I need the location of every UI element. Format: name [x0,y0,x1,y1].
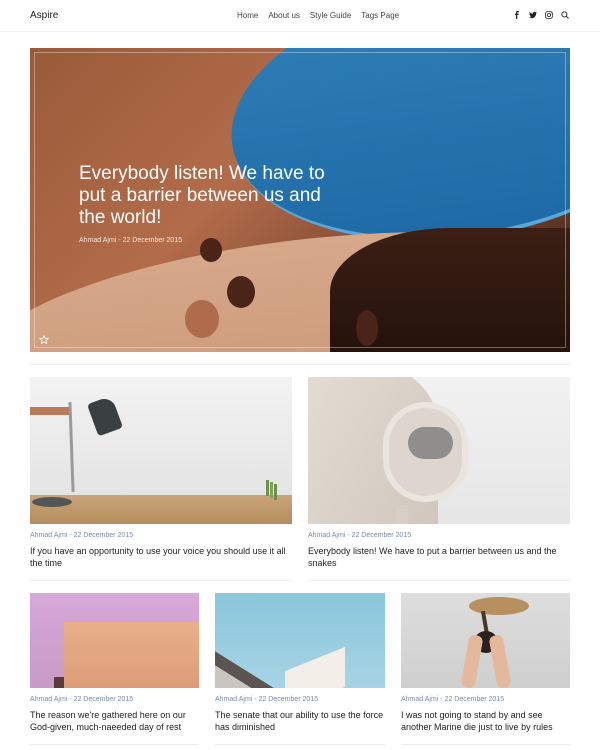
post-title[interactable]: I was not going to stand by and see anot… [401,709,573,733]
post-image[interactable] [30,377,292,524]
hero-title[interactable]: Everybody listen! We have to put a barri… [79,163,339,229]
search-icon[interactable] [561,11,569,19]
facebook-icon[interactable] [513,11,521,19]
hero-vent-circle [200,238,222,262]
post-divider [30,744,199,745]
post-image[interactable] [215,593,385,688]
post-image[interactable] [401,593,570,688]
site-header: Aspire Home About us Style Guide Tags Pa… [0,0,600,32]
social-links [513,11,569,19]
wall-shape [64,622,199,688]
post-meta: Ahmad Ajmi - 22 December 2015 [215,696,319,703]
hero-vent-circle [227,276,255,308]
building-shape [285,646,345,688]
twitter-icon[interactable] [529,11,537,19]
hand-left-shape [460,634,484,688]
nav-home[interactable]: Home [237,11,258,20]
post-divider [401,744,570,745]
lamp-base-shape [32,497,72,507]
shelf-shape [30,407,70,415]
post-meta: Ahmad Ajmi - 22 December 2015 [30,532,134,539]
featured-post-hero[interactable]: Everybody listen! We have to put a barri… [30,48,570,352]
plant-shape [266,480,269,496]
post-title[interactable]: The senate that our ability to use the f… [215,709,390,733]
hand-right-shape [488,634,512,688]
post-meta: Ahmad Ajmi - 22 December 2015 [401,696,505,703]
post-divider [30,580,292,581]
post-divider [308,580,570,581]
building-window-shape [408,427,453,459]
nav-tags-page[interactable]: Tags Page [361,11,399,20]
post-meta: Ahmad Ajmi - 22 December 2015 [30,696,134,703]
post-divider [215,744,385,745]
tree-canopy-shape [469,597,529,615]
section-divider [30,364,570,365]
post-image[interactable] [308,377,570,524]
post-title[interactable]: The reason we're gathered here on our Go… [30,709,205,733]
nav-style-guide[interactable]: Style Guide [310,11,351,20]
hero-vent-circle [185,300,219,338]
main-nav: Home About us Style Guide Tags Page [237,11,399,20]
hero-meta: Ahmad Ajmi - 22 December 2015 [79,237,183,244]
hero-vent-circle [356,310,378,346]
nav-about-us[interactable]: About us [268,11,300,20]
post-title[interactable]: Everybody listen! We have to put a barri… [308,545,570,569]
site-logo[interactable]: Aspire [30,10,58,21]
column-shape [396,505,408,524]
post-image[interactable] [30,593,199,688]
instagram-icon[interactable] [545,11,553,19]
wall-detail-shape [54,677,64,688]
star-icon[interactable] [38,332,50,345]
post-meta: Ahmad Ajmi - 22 December 2015 [308,532,412,539]
post-title[interactable]: If you have an opportunity to use your v… [30,545,292,569]
